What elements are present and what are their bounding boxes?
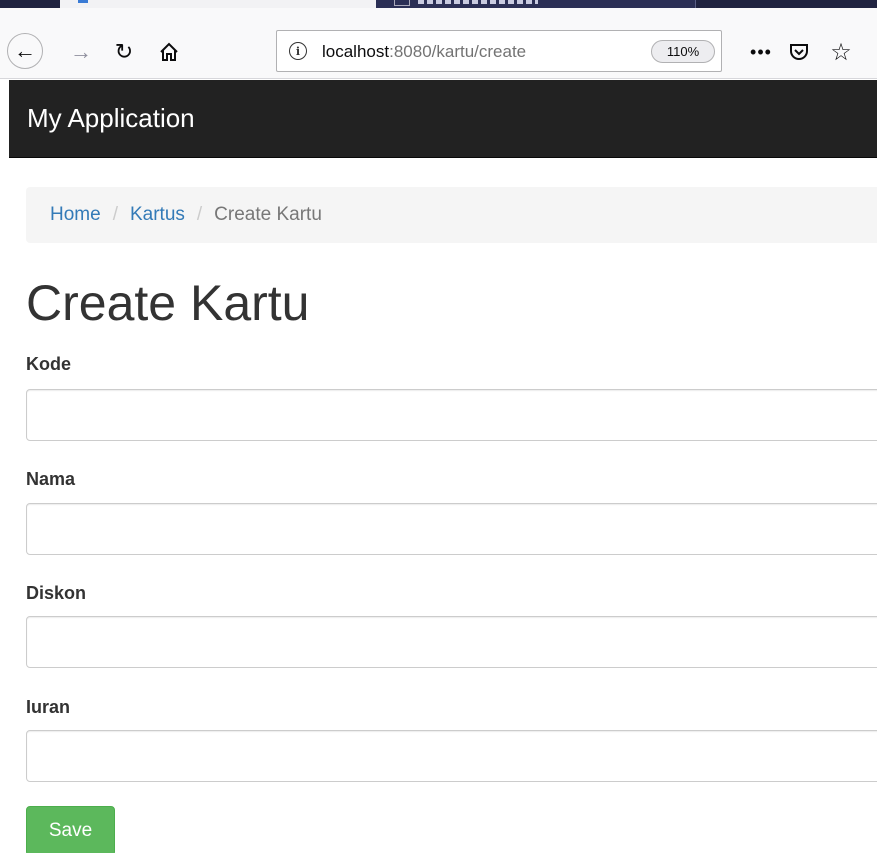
tab-title-text xyxy=(418,0,538,4)
kode-label: Kode xyxy=(26,354,71,374)
home-button[interactable] xyxy=(155,38,183,66)
url-host: localhost xyxy=(322,42,390,61)
nama-input[interactable] xyxy=(26,503,877,555)
back-arrow-icon: ← xyxy=(14,38,36,63)
reload-icon: ↻ xyxy=(114,39,134,64)
browser-tab-active[interactable] xyxy=(60,0,376,8)
info-icon[interactable]: i xyxy=(289,42,307,60)
pocket-button[interactable] xyxy=(785,38,813,66)
bookmark-star-button[interactable]: ☆ xyxy=(827,38,855,66)
diskon-label: Diskon xyxy=(26,583,87,603)
browser-toolbar: ← → ↻ i localhost:8080/kartu/create 110%… xyxy=(0,8,877,79)
breadcrumb: Home / Kartus / Create Kartu xyxy=(26,187,877,243)
save-button[interactable]: Save xyxy=(26,806,115,853)
home-icon xyxy=(160,42,178,61)
breadcrumb-separator: / xyxy=(196,204,203,225)
back-button[interactable]: ← xyxy=(7,33,43,69)
iuran-input[interactable] xyxy=(26,730,877,782)
forward-arrow-icon: → xyxy=(70,39,92,64)
breadcrumb-current: Create Kartu xyxy=(214,204,322,225)
app-navbar: My Application xyxy=(9,80,877,158)
kode-input[interactable] xyxy=(26,389,877,441)
breadcrumb-home-link[interactable]: Home xyxy=(50,204,101,226)
tab-favicon-icon xyxy=(78,0,88,3)
diskon-input[interactable] xyxy=(26,616,877,668)
address-bar[interactable]: i localhost:8080/kartu/create 110% xyxy=(276,30,722,72)
breadcrumb-kartus-link[interactable]: Kartus xyxy=(130,204,185,226)
brand-link[interactable]: My Application xyxy=(27,103,195,134)
page-actions-button[interactable]: ••• xyxy=(746,38,776,66)
reload-button[interactable]: ↻ xyxy=(110,38,138,66)
url-text[interactable]: localhost:8080/kartu/create xyxy=(322,42,526,62)
browser-tab-inactive[interactable] xyxy=(376,0,696,8)
iuran-label: Iuran xyxy=(26,697,71,717)
forward-button[interactable]: → xyxy=(67,38,95,66)
tab-page-icon xyxy=(394,0,410,6)
breadcrumb-separator: / xyxy=(112,204,118,225)
zoom-level-badge[interactable]: 110% xyxy=(651,40,715,63)
pocket-icon xyxy=(790,44,808,60)
nama-label: Nama xyxy=(26,469,76,489)
browser-tab-strip xyxy=(0,0,877,8)
page-title: Create Kartu xyxy=(26,275,310,331)
url-path: :8080/kartu/create xyxy=(389,42,527,61)
bookmark-star-icon: ☆ xyxy=(830,38,852,66)
